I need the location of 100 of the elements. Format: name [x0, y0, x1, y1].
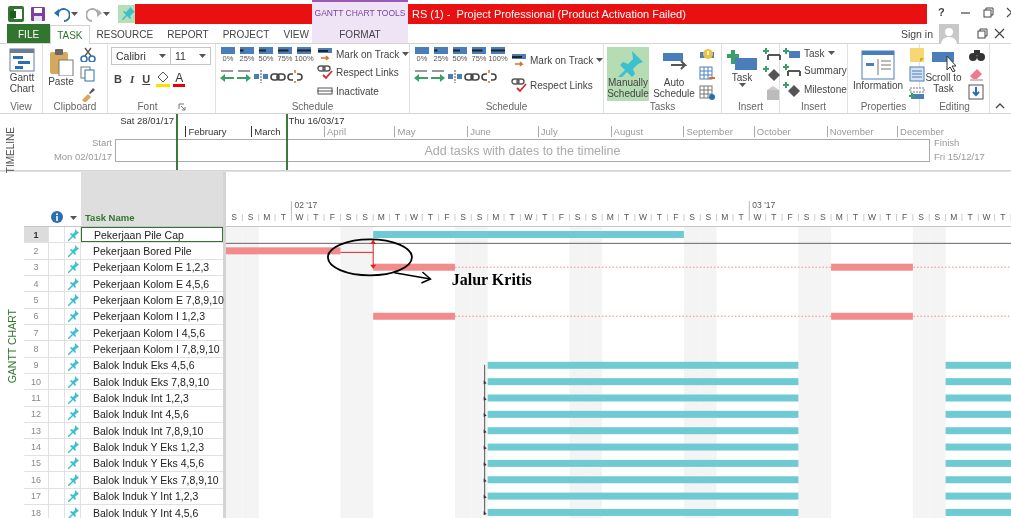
- mode-icon[interactable]: [699, 85, 717, 101]
- column-header[interactable]: Task Name: [81, 172, 223, 226]
- task-name-cell[interactable]: Balok Induk Int 1,2,3: [81, 390, 223, 406]
- row-number[interactable]: 7: [24, 325, 49, 341]
- unlink-icon[interactable]: [287, 69, 303, 83]
- details-icon[interactable]: [909, 66, 926, 82]
- task-name-cell[interactable]: Pekerjaan Kolom I 7,8,9,10: [81, 341, 223, 357]
- undo-button[interactable]: [54, 6, 78, 22]
- outdent-icon[interactable]: [413, 69, 429, 83]
- close-icon[interactable]: [994, 28, 1005, 39]
- task-name-cell[interactable]: Balok Induk Int 4,5,6: [81, 406, 223, 423]
- mark-on-track-button[interactable]: Mark on Track: [317, 47, 410, 61]
- highlight-color-icon[interactable]: [155, 71, 172, 87]
- task-name-cell[interactable]: Balok Induk Int 7,8,9,10: [81, 423, 223, 439]
- gantt-chart-button[interactable]: Gantt Chart: [3, 47, 41, 95]
- find-icon[interactable]: [968, 47, 986, 62]
- split-icon[interactable]: [447, 69, 463, 83]
- ribbon-tab[interactable]: TASK: [50, 25, 90, 44]
- task-name-cell[interactable]: Balok Induk Y Int 1,2,3: [81, 488, 223, 504]
- row-number[interactable]: 6: [24, 308, 49, 325]
- task-name-cell[interactable]: Balok Induk Y Eks 4,5,6: [81, 455, 223, 472]
- task-bar[interactable]: [373, 263, 455, 271]
- add-to-timeline-icon[interactable]: [909, 85, 926, 101]
- indent-icon[interactable]: [236, 69, 252, 83]
- respect-links-button[interactable]: Respect Links: [317, 64, 410, 80]
- task-name-cell[interactable]: Balok Induk Y Int 4,5,6: [81, 504, 223, 518]
- milestone-button[interactable]: Milestone: [783, 81, 847, 97]
- font-family-field[interactable]: Calibri: [111, 47, 171, 65]
- redo-button[interactable]: [86, 6, 110, 22]
- row-number[interactable]: 11: [24, 390, 49, 406]
- manually-schedule-button[interactable]: Manually Schedule: [607, 47, 649, 101]
- row-number[interactable]: 10: [24, 374, 49, 390]
- task-name-cell[interactable]: Pekerjaan Kolom E 4,5,6: [81, 276, 223, 292]
- range-end-line[interactable]: [286, 114, 289, 170]
- avatar-icon[interactable]: [939, 23, 959, 44]
- collapse-ribbon-icon[interactable]: [995, 102, 1005, 109]
- add-milestone-icon[interactable]: [763, 65, 781, 81]
- row-number[interactable]: 18: [24, 504, 49, 518]
- indent-icon[interactable]: [430, 69, 446, 83]
- row-number[interactable]: 12: [24, 406, 49, 423]
- italic-button[interactable]: I: [126, 73, 138, 85]
- row-number[interactable]: 16: [24, 472, 49, 488]
- move-icon[interactable]: [699, 66, 717, 82]
- add-summary-icon[interactable]: [763, 47, 781, 61]
- insert-task-button[interactable]: Task: [725, 47, 759, 88]
- restore-icon[interactable]: [982, 6, 994, 18]
- task-name-cell[interactable]: Pekerjaan Kolom I 4,5,6: [81, 325, 223, 341]
- row-number[interactable]: 9: [24, 357, 49, 374]
- task-name-cell[interactable]: Balok Induk Y Eks 1,2,3: [81, 439, 223, 455]
- fill-icon[interactable]: [968, 84, 984, 100]
- row-number[interactable]: 5: [24, 292, 49, 308]
- save-button[interactable]: [30, 6, 46, 22]
- task-name-cell[interactable]: Balok Induk Y Eks 7,8,9,10: [81, 472, 223, 488]
- restore-icon[interactable]: [977, 28, 988, 39]
- row-number[interactable]: 8: [24, 341, 49, 357]
- mark-on-track-button[interactable]: Mark on Track: [511, 53, 604, 67]
- note-icon[interactable]: [909, 47, 926, 63]
- ribbon-tab[interactable]: PROJECT: [215, 24, 277, 43]
- respect-links-button[interactable]: Respect Links: [511, 77, 604, 93]
- row-number[interactable]: 1: [24, 227, 49, 243]
- task-name-cell[interactable]: Pekerjaan Bored Pile: [81, 243, 223, 259]
- help-button[interactable]: ?: [935, 6, 948, 18]
- paste-button[interactable]: Paste: [46, 47, 76, 88]
- scroll-to-task-button[interactable]: Scroll to Task: [923, 47, 964, 95]
- copy-icon[interactable]: [80, 66, 96, 82]
- row-number[interactable]: 2: [24, 243, 49, 259]
- sign-in-link[interactable]: Sign in: [900, 27, 933, 40]
- pin-button[interactable]: [118, 5, 138, 23]
- task-name-cell[interactable]: Balok Induk Eks 4,5,6: [81, 357, 223, 374]
- ribbon-tab[interactable]: FORMAT: [312, 24, 408, 43]
- task-name-cell[interactable]: Balok Induk Eks 7,8,9,10: [81, 374, 223, 390]
- unlink-icon[interactable]: [481, 69, 497, 83]
- row-number[interactable]: 4: [24, 276, 49, 292]
- ribbon-tab[interactable]: REPORT: [160, 24, 216, 43]
- font-color-button[interactable]: A: [173, 71, 186, 87]
- ribbon-tab[interactable]: RESOURCE: [89, 24, 161, 43]
- row-number[interactable]: 13: [24, 423, 49, 439]
- task-name-cell[interactable]: Pekerjaan Kolom E 7,8,9,10: [81, 292, 223, 308]
- summary-button[interactable]: Summary: [783, 63, 847, 77]
- range-start-line[interactable]: [176, 114, 179, 170]
- row-number[interactable]: 17: [24, 488, 49, 504]
- format-painter-icon[interactable]: [80, 86, 96, 102]
- ribbon-tab[interactable]: FILE: [7, 24, 51, 43]
- outdent-icon[interactable]: [219, 69, 235, 83]
- row-number[interactable]: 3: [24, 259, 49, 276]
- information-button[interactable]: Information: [851, 47, 906, 92]
- task-bar[interactable]: [226, 247, 341, 255]
- auto-schedule-button[interactable]: Auto Schedule: [653, 47, 695, 101]
- font-size-field[interactable]: 11: [171, 47, 211, 65]
- underline-button[interactable]: U: [139, 73, 154, 85]
- dialog-launcher-icon[interactable]: [177, 102, 186, 111]
- inactivate-button[interactable]: Inactivate: [317, 83, 410, 99]
- bold-button[interactable]: B: [111, 73, 125, 85]
- split-icon[interactable]: [253, 69, 269, 83]
- cut-icon[interactable]: [80, 47, 96, 62]
- row-number[interactable]: 15: [24, 455, 49, 472]
- row-number[interactable]: 14: [24, 439, 49, 455]
- task-button[interactable]: Task: [783, 47, 847, 59]
- task-name-cell[interactable]: Pekerjaan Kolom E 1,2,3: [81, 259, 223, 276]
- task-name-cell[interactable]: Pekerjaan Kolom I 1,2,3: [81, 308, 223, 325]
